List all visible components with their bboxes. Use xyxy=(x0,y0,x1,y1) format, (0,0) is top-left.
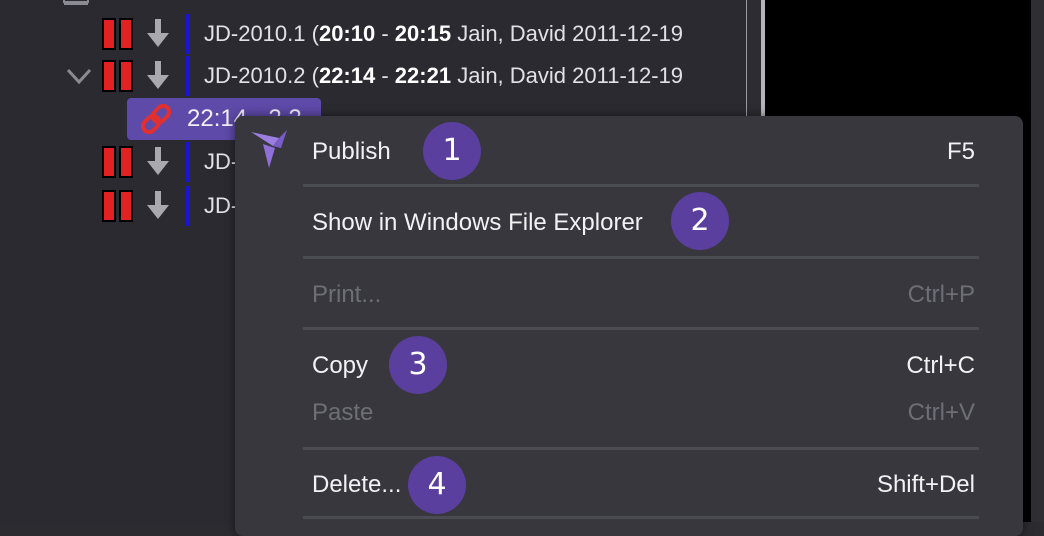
menu-separator xyxy=(303,184,979,187)
menu-separator xyxy=(303,256,979,259)
menu-item-delete[interactable]: Delete... Shift+Del xyxy=(235,463,1023,507)
arrow-down-icon[interactable] xyxy=(145,147,171,177)
row-label: JD-2010.1 (20:10 - 20:15 Jain, David 201… xyxy=(204,21,684,46)
callout-badge-3: 3 xyxy=(389,336,447,394)
row-label: JD- xyxy=(204,149,239,174)
callout-badge-4: 4 xyxy=(408,456,466,514)
row-marker xyxy=(186,14,190,54)
menu-separator xyxy=(303,327,979,330)
tree-row[interactable]: JD-2010.1 (20:10 - 20:15 Jain, David 201… xyxy=(0,14,746,54)
row-label: JD- xyxy=(204,193,239,218)
folder-icon xyxy=(63,0,89,5)
right-edge-panel xyxy=(1031,0,1044,522)
arrow-down-icon[interactable] xyxy=(145,191,171,221)
pause-icon[interactable] xyxy=(102,60,136,92)
row-marker xyxy=(186,56,190,96)
chevron-down-icon[interactable] xyxy=(64,62,94,90)
menu-item-print[interactable]: Print... Ctrl+P xyxy=(235,273,1023,317)
pause-icon[interactable] xyxy=(102,190,136,222)
menu-item-paste[interactable]: Paste Ctrl+V xyxy=(235,391,1023,435)
menu-separator xyxy=(303,447,979,450)
context-menu: Publish F5 1 Show in Windows File Explor… xyxy=(235,116,1023,536)
arrow-down-icon[interactable] xyxy=(145,19,171,49)
callout-badge-2: 2 xyxy=(671,192,729,250)
callout-badge-1: 1 xyxy=(423,122,481,180)
menu-item-copy[interactable]: Copy Ctrl+C xyxy=(235,344,1023,388)
pause-icon[interactable] xyxy=(102,146,136,178)
menu-item-show-in-explorer[interactable]: Show in Windows File Explorer xyxy=(235,201,1023,245)
link-icon xyxy=(140,103,172,135)
menu-separator xyxy=(303,516,979,519)
tree-row[interactable]: JD-2010.2 (22:14 - 22:21 Jain, David 201… xyxy=(0,56,746,96)
arrow-down-icon[interactable] xyxy=(145,61,171,91)
row-label: JD-2010.2 (22:14 - 22:21 Jain, David 201… xyxy=(204,63,684,88)
row-marker xyxy=(186,142,190,182)
row-marker xyxy=(186,186,190,226)
menu-item-publish[interactable]: Publish F5 xyxy=(235,130,1023,174)
pause-icon[interactable] xyxy=(102,18,136,50)
